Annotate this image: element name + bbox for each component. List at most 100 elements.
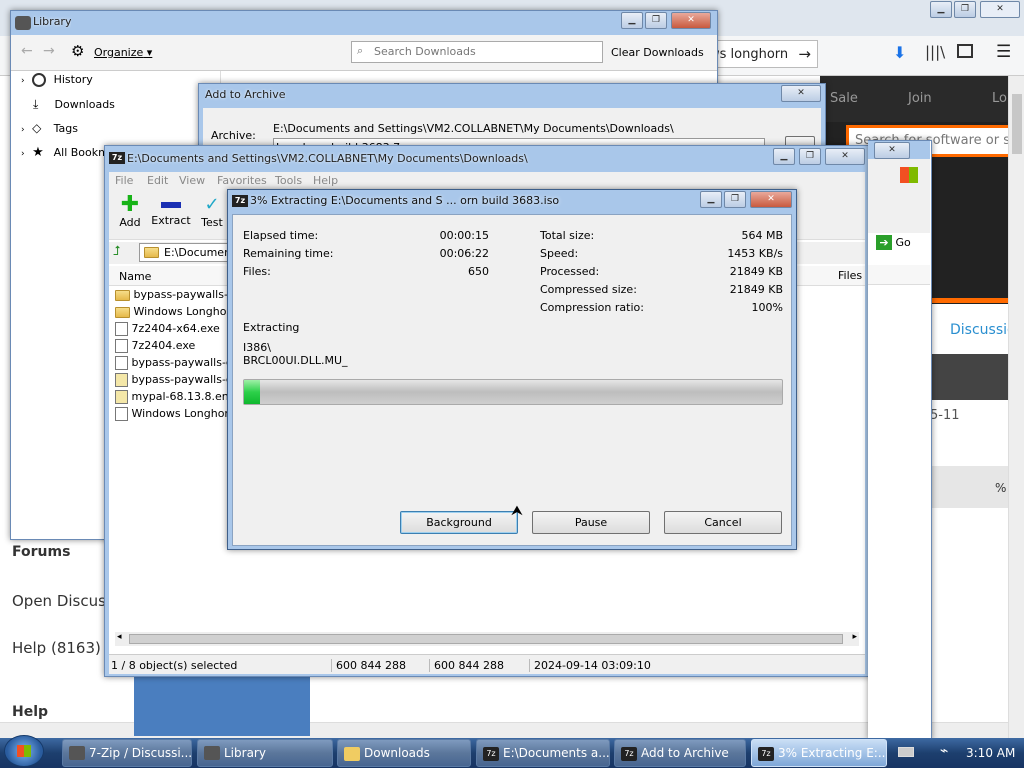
- taskbar-item-7zip-manager[interactable]: 7z E:\Documents a...: [476, 739, 610, 767]
- menu-favorites[interactable]: Favorites: [217, 174, 267, 187]
- stat-value: 1453 KB/s: [727, 247, 783, 260]
- stat-row: Processed: 21849 KB: [540, 265, 783, 283]
- add-label: Add: [119, 216, 141, 229]
- sidebar-icon[interactable]: [957, 44, 973, 58]
- start-button[interactable]: [4, 735, 44, 767]
- sevenzip-titlebar: 7z E:\Documents and Settings\VM2.COLLABN…: [105, 146, 869, 172]
- extract-button[interactable]: Extract: [151, 194, 191, 227]
- progress-close-button[interactable]: ✕: [750, 191, 792, 208]
- keyboard-icon[interactable]: [898, 747, 914, 757]
- test-button[interactable]: ✓ Test: [197, 194, 227, 229]
- downloads-window: ✕ ➔ Go Files: [838, 140, 932, 740]
- menu-help[interactable]: Help: [313, 174, 338, 187]
- progress-maximize-button[interactable]: ❐: [724, 191, 746, 208]
- download-icon[interactable]: ⬇: [893, 43, 906, 62]
- site-nav: Sale Join Lo: [820, 76, 1018, 122]
- taskbar-item-extracting[interactable]: 7z 3% Extracting E:...: [751, 739, 887, 767]
- menu-tools[interactable]: Tools: [275, 174, 302, 187]
- progress-minimize-button[interactable]: ▁: [700, 191, 722, 208]
- expand-arrow-icon[interactable]: ›: [21, 76, 25, 86]
- status-packed: 600 844 288: [429, 659, 504, 672]
- tree-item-history[interactable]: › History: [21, 73, 93, 93]
- stat-label: Compressed size:: [540, 283, 637, 296]
- stat-label: Speed:: [540, 247, 579, 260]
- close-icon[interactable]: ✕: [980, 1, 1020, 18]
- menu-file[interactable]: File: [115, 174, 133, 187]
- zip-file-icon: [115, 373, 128, 387]
- hscroll-thumb[interactable]: [129, 634, 843, 644]
- forward-arrow-icon[interactable]: →: [43, 43, 55, 59]
- nav-tab-0[interactable]: Sale: [830, 91, 858, 106]
- taskbar-item-add-to-archive[interactable]: 7z Add to Archive: [614, 739, 746, 767]
- help-link[interactable]: Help (8163): [12, 639, 101, 657]
- library-maximize-button[interactable]: ❐: [645, 12, 667, 29]
- taskbar-item-downloads[interactable]: Downloads: [337, 739, 471, 767]
- checkmark-icon: ✓: [204, 194, 220, 215]
- col-name-header[interactable]: Name: [119, 270, 151, 283]
- menu-edit[interactable]: Edit: [147, 174, 168, 187]
- archive-close-button[interactable]: ✕: [781, 85, 821, 102]
- cancel-button[interactable]: Cancel: [664, 511, 782, 534]
- hamburger-menu-icon[interactable]: ☰: [996, 42, 1011, 62]
- expand-arrow-icon[interactable]: ›: [21, 149, 25, 159]
- open-discussions-link[interactable]: Open Discuss: [12, 592, 114, 610]
- library-search-input[interactable]: ⌕ Search Downloads: [351, 41, 603, 63]
- tree-item-bookmarks[interactable]: › ★ All Bookm: [21, 145, 109, 165]
- sevenzip-maximize-button[interactable]: ❐: [799, 148, 821, 165]
- list-item[interactable]: Windows Longhorn: [115, 305, 238, 318]
- network-icon[interactable]: ⌁: [940, 743, 948, 759]
- scrollbar-thumb[interactable]: [1012, 94, 1022, 154]
- sevenzip-minimize-button[interactable]: ▁: [773, 148, 795, 165]
- tree-label-downloads: Downloads: [54, 98, 115, 111]
- extracting-label: Extracting: [243, 321, 300, 334]
- folder-icon: [144, 247, 159, 258]
- list-item[interactable]: 7z2404.exe: [115, 339, 195, 353]
- menu-view[interactable]: View: [179, 174, 205, 187]
- library-minimize-button[interactable]: ▁: [621, 12, 643, 29]
- current-file: BRCL00UI.DLL.MU_: [243, 354, 348, 367]
- clock[interactable]: 3:10 AM: [966, 746, 1015, 760]
- downloads-close-button[interactable]: ✕: [874, 142, 910, 159]
- add-button[interactable]: ✚ Add: [115, 192, 145, 230]
- go-arrow-icon: ➔: [876, 235, 892, 250]
- back-arrow-icon[interactable]: ←: [21, 43, 33, 59]
- nav-tab-1[interactable]: Join: [908, 91, 932, 106]
- link-icon[interactable]: %: [995, 481, 1006, 495]
- library-close-button[interactable]: ✕: [671, 12, 711, 29]
- hscrollbar[interactable]: ◂ ▸: [115, 632, 859, 646]
- go-button[interactable]: ➔ Go: [876, 235, 911, 250]
- col-files-header[interactable]: Files: [838, 269, 862, 282]
- clear-downloads-button[interactable]: Clear Downloads: [611, 46, 704, 59]
- downloads-titlebar: ✕: [868, 141, 930, 159]
- sevenzip-close-button[interactable]: ✕: [825, 148, 865, 165]
- search-icon: ⌕: [357, 44, 364, 57]
- discussion-tab[interactable]: Discussio: [950, 322, 1016, 338]
- minimize-icon[interactable]: ▁: [930, 1, 952, 18]
- up-folder-icon[interactable]: ⮥: [113, 244, 121, 259]
- address-input[interactable]: E:\Documents and Settings\VM2.COLLABNET\…: [139, 243, 235, 262]
- plus-icon: ✚: [120, 192, 140, 217]
- taskbar-item-7zip-discussion[interactable]: 7-Zip / Discussi...: [62, 739, 192, 767]
- scroll-left-icon[interactable]: ◂: [117, 632, 122, 642]
- maximize-icon[interactable]: ❐: [954, 1, 976, 18]
- organize-menu[interactable]: Organize ▾: [94, 46, 152, 59]
- address-value: E:\Documents and Settings\VM2.COLLABNET\…: [164, 246, 235, 259]
- arrow-right-icon[interactable]: →: [798, 45, 811, 63]
- list-item[interactable]: 7z2404-x64.exe: [115, 322, 220, 336]
- stat-label: Processed:: [540, 265, 600, 278]
- pause-button[interactable]: Pause: [532, 511, 650, 534]
- expand-arrow-icon[interactable]: ›: [21, 125, 25, 135]
- taskbar-item-library[interactable]: Library: [197, 739, 333, 767]
- stat-row: Compressed size: 21849 KB: [540, 283, 783, 301]
- tree-item-downloads[interactable]: ⤓ Downloads: [21, 97, 115, 117]
- background-button[interactable]: Background: [400, 511, 518, 534]
- zip-file-icon: [115, 390, 128, 404]
- gear-icon[interactable]: ⚙: [71, 42, 84, 60]
- scrollbar-v[interactable]: [1008, 76, 1024, 740]
- library-icon[interactable]: |||\: [925, 43, 945, 61]
- current-dir: I386\: [243, 341, 271, 354]
- scroll-right-icon[interactable]: ▸: [852, 632, 857, 642]
- tree-item-tags[interactable]: › ◇ Tags: [21, 121, 78, 141]
- stat-row: Speed: 1453 KB/s: [540, 247, 783, 265]
- nav-tab-2[interactable]: Lo: [992, 91, 1007, 106]
